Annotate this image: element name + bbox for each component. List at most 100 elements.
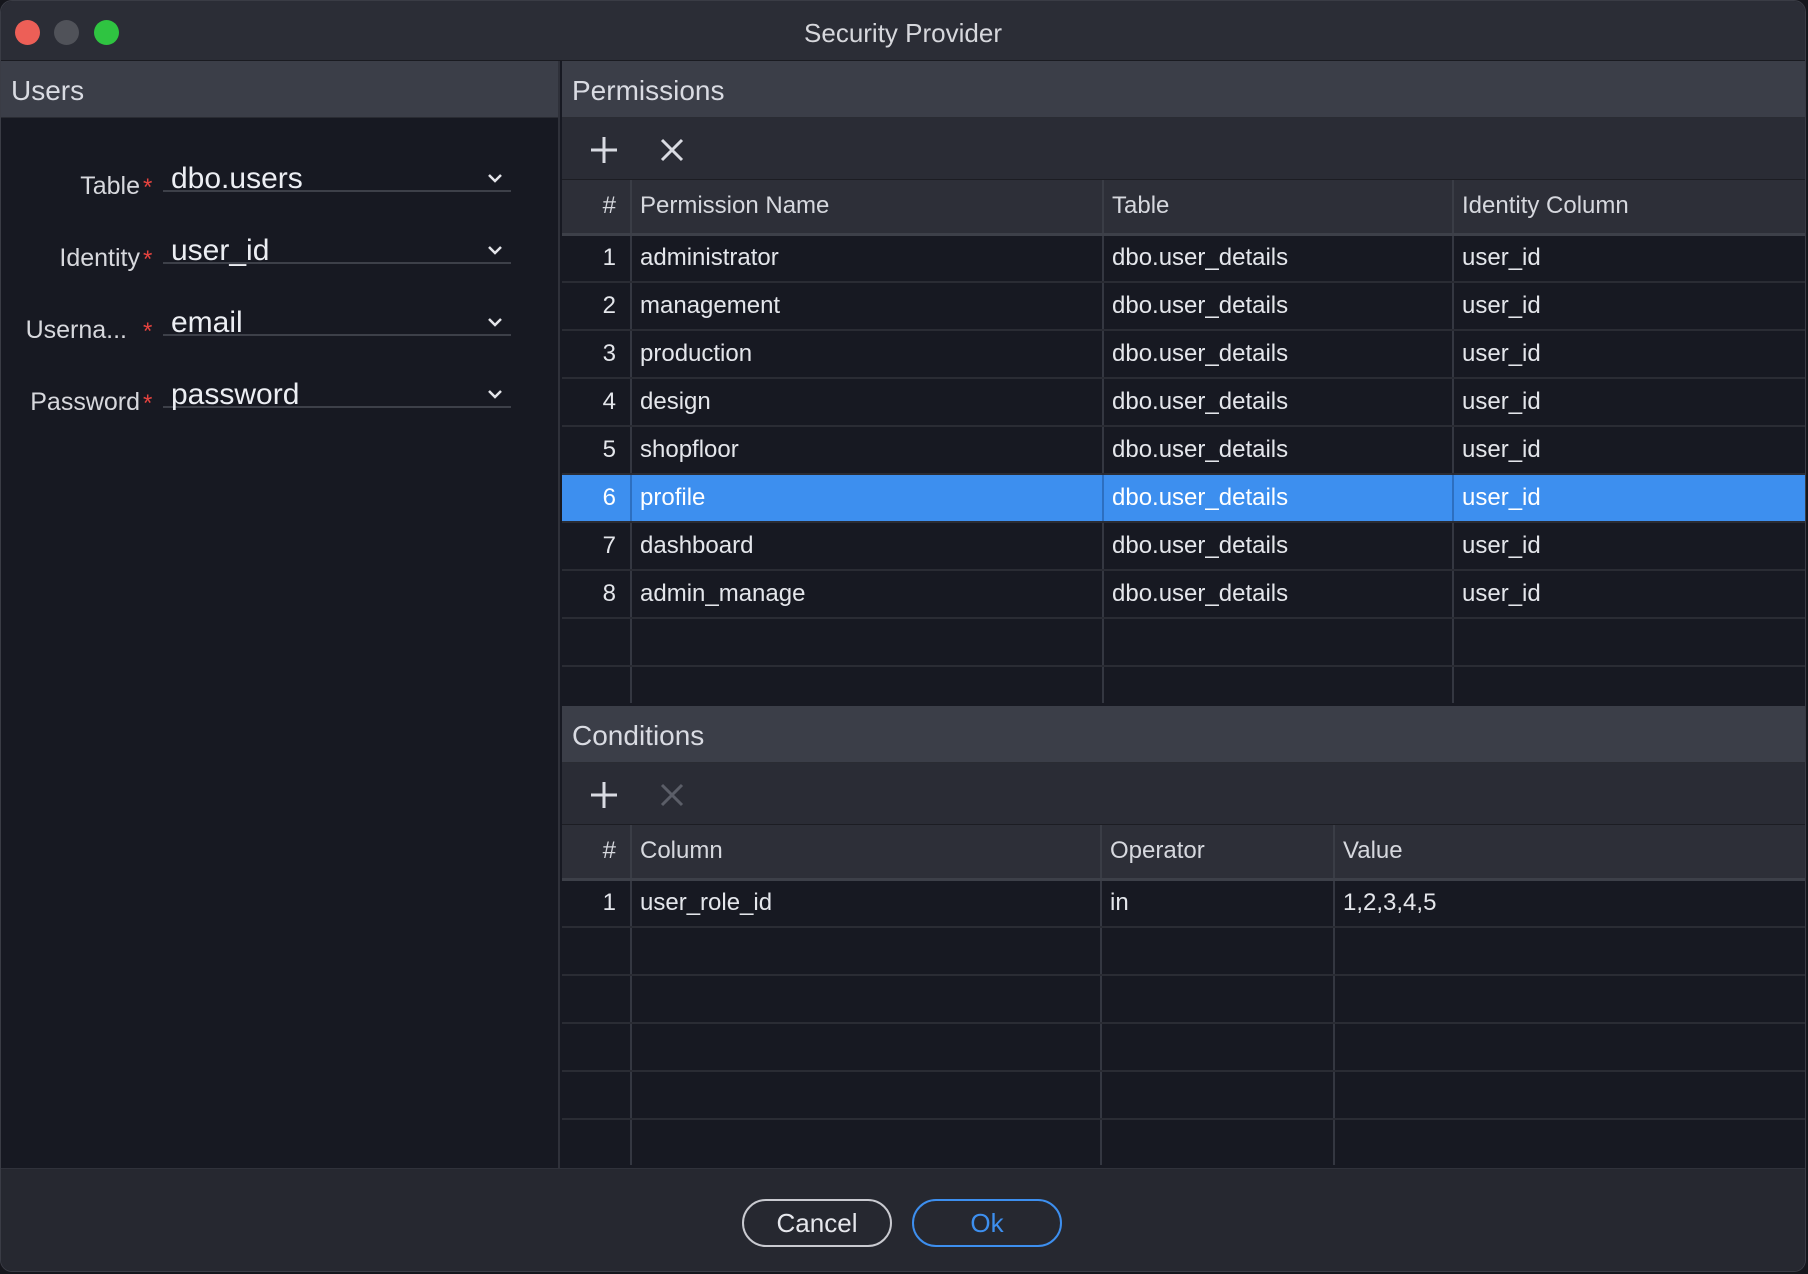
empty-cell: [562, 1071, 632, 1120]
empty-cell: [562, 666, 632, 703]
cancel-button[interactable]: Cancel: [742, 1199, 892, 1247]
identity-column-cell[interactable]: user_id: [1453, 570, 1805, 619]
empty-row: [562, 927, 1805, 976]
permissions-panel: Permissions # Permission Name Table Iden…: [562, 61, 1805, 1168]
row-number[interactable]: 5: [562, 426, 632, 475]
empty-cell: [562, 927, 632, 976]
table-cell[interactable]: dbo.user_details: [1103, 474, 1454, 523]
permission-name-cell[interactable]: shopfloor: [631, 426, 1104, 475]
table-cell[interactable]: dbo.user_details: [1103, 330, 1454, 379]
identity-column-cell[interactable]: user_id: [1453, 522, 1805, 571]
empty-row: [562, 618, 1805, 667]
password-field-label: Password: [30, 388, 140, 416]
empty-cell: [1101, 1071, 1335, 1120]
empty-cell: [562, 1119, 632, 1165]
value-cell[interactable]: 1,2,3,4,5: [1334, 879, 1805, 928]
table-row[interactable]: 7 dashboard dbo.user_details user_id: [562, 522, 1805, 571]
users-panel: Users Table * dbo.users Identity * user_…: [1, 61, 560, 1168]
column-header[interactable]: #: [562, 825, 632, 881]
row-number[interactable]: 1: [562, 234, 632, 283]
password-select[interactable]: password: [163, 362, 511, 411]
column-header[interactable]: Value: [1334, 825, 1805, 881]
column-header[interactable]: #: [562, 180, 632, 236]
permission-name-cell[interactable]: administrator: [631, 234, 1104, 283]
plus-icon[interactable]: [588, 134, 620, 166]
identity-field-label: Identity: [59, 244, 140, 272]
row-number[interactable]: 4: [562, 378, 632, 427]
close-icon[interactable]: [656, 134, 688, 166]
empty-row: [562, 975, 1805, 1024]
title-bar[interactable]: Security Provider: [1, 1, 1805, 61]
empty-cell: [562, 618, 632, 667]
identity-column-cell[interactable]: user_id: [1453, 426, 1805, 475]
row-number[interactable]: 8: [562, 570, 632, 619]
column-header[interactable]: Table: [1103, 180, 1454, 236]
permission-name-cell[interactable]: design: [631, 378, 1104, 427]
chevron-down-icon: [488, 318, 502, 327]
table-cell[interactable]: dbo.user_details: [1103, 378, 1454, 427]
empty-cell: [1453, 618, 1805, 667]
identity-column-cell[interactable]: user_id: [1453, 330, 1805, 379]
table-row[interactable]: 1 user_role_id in 1,2,3,4,5: [562, 879, 1805, 928]
empty-cell: [631, 666, 1104, 703]
empty-cell: [1334, 1119, 1805, 1165]
table-cell[interactable]: dbo.user_details: [1103, 522, 1454, 571]
table-select[interactable]: dbo.users: [163, 146, 511, 195]
chevron-down-icon: [488, 390, 502, 399]
identity-column-cell[interactable]: user_id: [1453, 378, 1805, 427]
column-header[interactable]: Identity Column: [1453, 180, 1805, 236]
close-icon[interactable]: [656, 779, 688, 811]
table-field-row: Table * dbo.users: [1, 146, 560, 218]
empty-cell: [1101, 975, 1335, 1024]
username-select[interactable]: email: [163, 290, 511, 339]
conditions-table-container: # Column Operator Value 1 user_role_id in 1…: [562, 825, 1805, 1165]
table-row[interactable]: 8 admin_manage dbo.user_details user_id: [562, 570, 1805, 619]
permission-name-cell[interactable]: admin_manage: [631, 570, 1104, 619]
table-row[interactable]: 3 production dbo.user_details user_id: [562, 330, 1805, 379]
identity-column-cell[interactable]: user_id: [1453, 282, 1805, 331]
permissions-table-container: # Permission Name Table Identity Column …: [562, 180, 1805, 703]
permission-name-cell[interactable]: production: [631, 330, 1104, 379]
permission-name-cell[interactable]: dashboard: [631, 522, 1104, 571]
required-marker: *: [143, 318, 153, 345]
plus-icon[interactable]: [588, 779, 620, 811]
table-cell[interactable]: dbo.user_details: [1103, 282, 1454, 331]
empty-cell: [631, 927, 1102, 976]
row-number[interactable]: 1: [562, 879, 632, 928]
empty-cell: [562, 1023, 632, 1072]
table-row[interactable]: 4 design dbo.user_details user_id: [562, 378, 1805, 427]
table-cell[interactable]: dbo.user_details: [1103, 234, 1454, 283]
empty-cell: [631, 1023, 1102, 1072]
identity-column-cell[interactable]: user_id: [1453, 474, 1805, 523]
operator-cell[interactable]: in: [1101, 879, 1335, 928]
empty-cell: [1101, 1119, 1335, 1165]
empty-cell: [631, 618, 1104, 667]
empty-cell: [631, 975, 1102, 1024]
table-row[interactable]: 2 management dbo.user_details user_id: [562, 282, 1805, 331]
required-marker: *: [143, 246, 153, 273]
permission-name-cell[interactable]: management: [631, 282, 1104, 331]
empty-cell: [1334, 1023, 1805, 1072]
row-number[interactable]: 3: [562, 330, 632, 379]
table-row[interactable]: 1 administrator dbo.user_details user_id: [562, 234, 1805, 283]
empty-cell: [1101, 1023, 1335, 1072]
row-number[interactable]: 6: [562, 474, 632, 523]
dialog-footer: Cancel Ok: [1, 1168, 1805, 1271]
table-row[interactable]: 5 shopfloor dbo.user_details user_id: [562, 426, 1805, 475]
identity-column-cell[interactable]: user_id: [1453, 234, 1805, 283]
ok-button[interactable]: Ok: [912, 1199, 1062, 1247]
empty-cell: [1453, 666, 1805, 703]
column-header[interactable]: Column: [631, 825, 1102, 881]
column-cell[interactable]: user_role_id: [631, 879, 1102, 928]
column-header[interactable]: Operator: [1101, 825, 1335, 881]
identity-select[interactable]: user_id: [163, 218, 511, 267]
column-header[interactable]: Permission Name: [631, 180, 1104, 236]
table-cell[interactable]: dbo.user_details: [1103, 570, 1454, 619]
permissions-toolbar: [562, 118, 1805, 180]
permission-name-cell[interactable]: profile: [631, 474, 1104, 523]
table-row[interactable]: 6 profile dbo.user_details user_id: [562, 474, 1805, 523]
row-number[interactable]: 2: [562, 282, 632, 331]
permissions-header: Permissions: [562, 61, 1805, 118]
row-number[interactable]: 7: [562, 522, 632, 571]
table-cell[interactable]: dbo.user_details: [1103, 426, 1454, 475]
